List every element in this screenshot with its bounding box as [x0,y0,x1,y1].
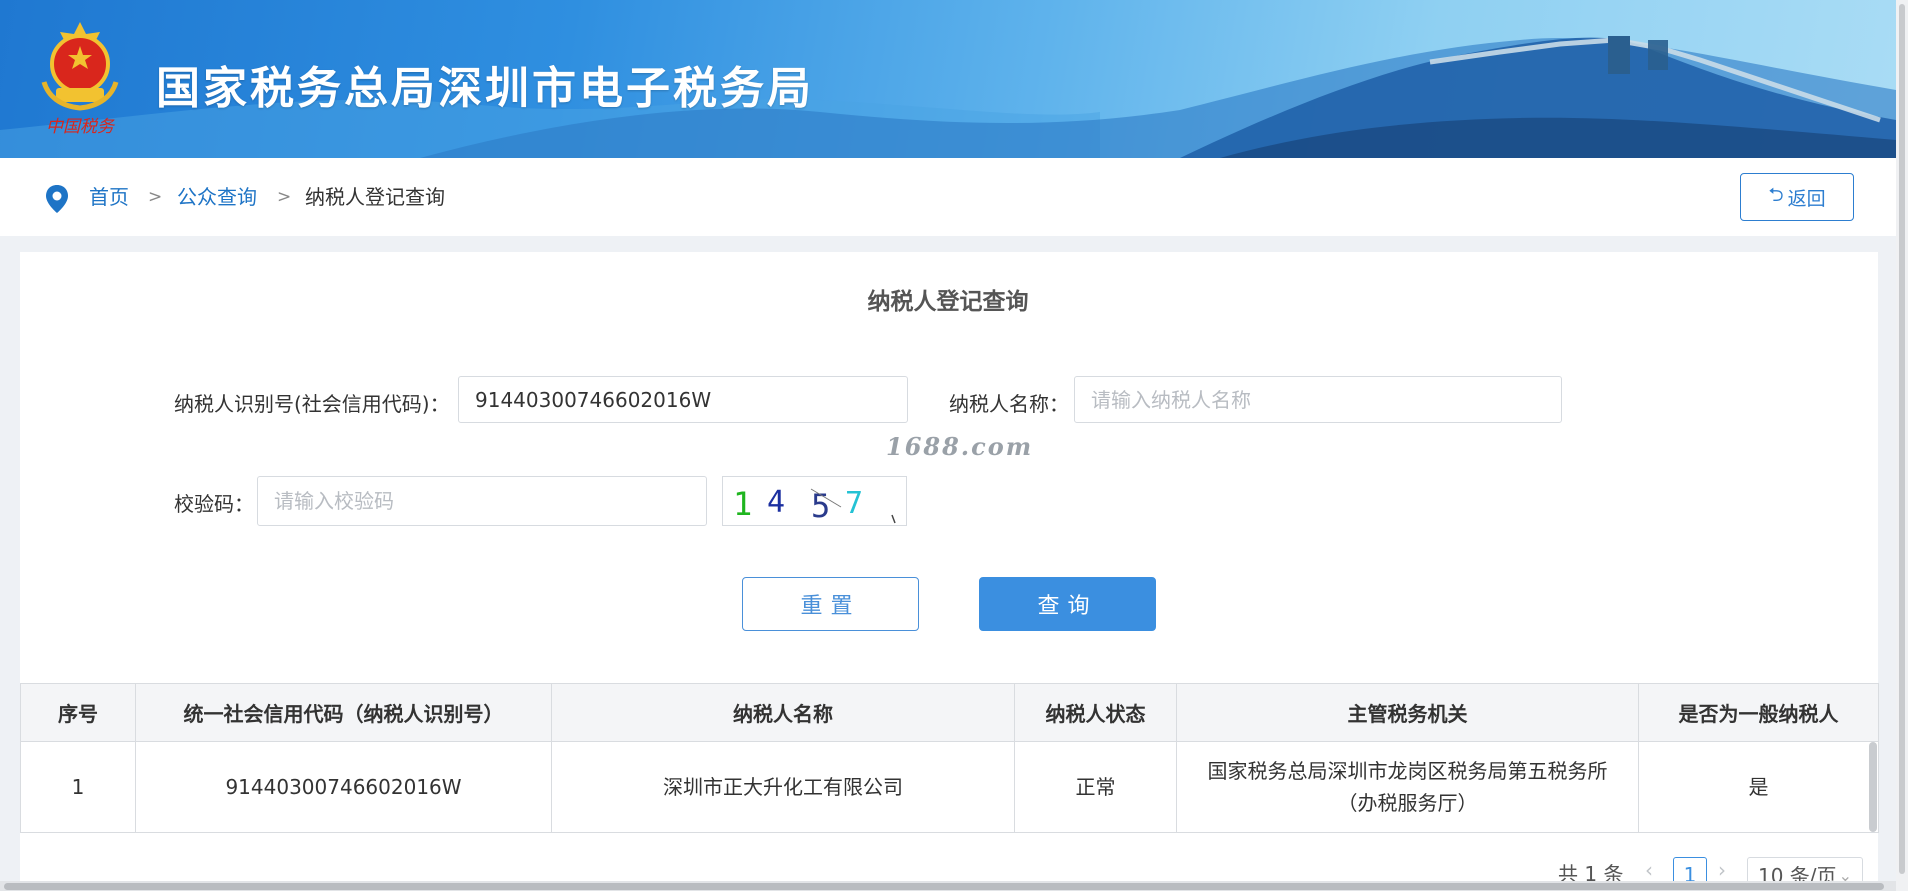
table-row[interactable]: 1 91440300746602016W 深圳市正大升化工有限公司 正常 国家税… [20,741,1879,833]
tax-emblem-icon: 中国税务 [41,22,119,137]
next-page-icon[interactable]: › [1718,858,1726,882]
cell-taxpayer-name: 深圳市正大升化工有限公司 [551,741,1015,833]
captcha-input[interactable] [257,476,707,526]
reset-button[interactable]: 重置 [742,577,919,631]
col-header-taxpayer-status: 纳税人状态 [1014,683,1177,742]
cell-tax-authority: 国家税务总局深圳市龙岗区税务局第五税务所（办税服务厅） [1176,741,1639,833]
col-header-index: 序号 [20,683,136,742]
vertical-scrollbar-thumb[interactable] [1899,4,1905,874]
captcha-label: 校验码： [174,492,254,516]
vertical-scrollbar[interactable] [1896,0,1908,891]
taxpayer-id-input[interactable] [458,376,908,423]
taxpayer-name-label: 纳税人名称： [949,392,1069,416]
location-pin-icon [46,185,68,213]
table-scrollbar[interactable] [1869,742,1877,832]
horizontal-scrollbar-thumb[interactable] [4,883,1884,890]
emblem-text: 中国税务 [46,117,116,137]
captcha-char: 7 [845,486,863,521]
watermark-text: 1688.com [886,432,1034,461]
captcha-char: 4 [767,485,785,520]
captcha-image[interactable]: 1 4 5 7 [722,476,907,526]
query-button[interactable]: 查询 [979,577,1156,631]
breadcrumb: 首页 > 公众查询 > 纳税人登记查询 [0,158,1896,236]
horizontal-scrollbar[interactable] [0,881,1896,891]
col-header-taxpayer-name: 纳税人名称 [551,683,1015,742]
captcha-char: 5 [811,487,830,525]
captcha-char: 1 [733,485,752,523]
header-banner: 中国税务 国家税务总局深圳市电子税务局 [0,0,1896,158]
back-button[interactable]: ⮌ 返回 [1740,173,1854,221]
site-title: 国家税务总局深圳市电子税务局 [156,63,814,114]
col-header-tax-authority: 主管税务机关 [1176,683,1639,742]
breadcrumb-home-link[interactable]: 首页 [89,158,129,236]
cell-index: 1 [20,741,136,833]
breadcrumb-separator: > [148,187,163,207]
col-header-general-taxpayer: 是否为一般纳税人 [1638,683,1879,742]
return-arrow-icon: ⮌ [1768,184,1784,206]
prev-page-icon[interactable]: ‹ [1645,858,1653,882]
results-table: 序号 统一社会信用代码（纳税人识别号） 纳税人名称 纳税人状态 主管税务机关 是… [20,683,1879,833]
breadcrumb-public-query-link[interactable]: 公众查询 [177,158,257,236]
table-header-row: 序号 统一社会信用代码（纳税人识别号） 纳税人名称 纳税人状态 主管税务机关 是… [20,683,1879,742]
page-title: 纳税人登记查询 [867,289,1029,315]
cell-credit-code: 91440300746602016W [135,741,552,833]
cell-general-taxpayer: 是 [1638,741,1879,833]
captcha-graphic: 1 4 5 7 [733,485,896,525]
breadcrumb-current: 纳税人登记查询 [305,185,445,209]
back-button-label: 返回 [1787,187,1826,210]
cell-taxpayer-status: 正常 [1014,741,1177,833]
breadcrumb-separator: > [277,187,292,207]
col-header-credit-code: 统一社会信用代码（纳税人识别号） [135,683,552,742]
taxpayer-id-label: 纳税人识别号(社会信用代码)： [174,392,450,416]
taxpayer-name-input[interactable] [1074,376,1562,423]
